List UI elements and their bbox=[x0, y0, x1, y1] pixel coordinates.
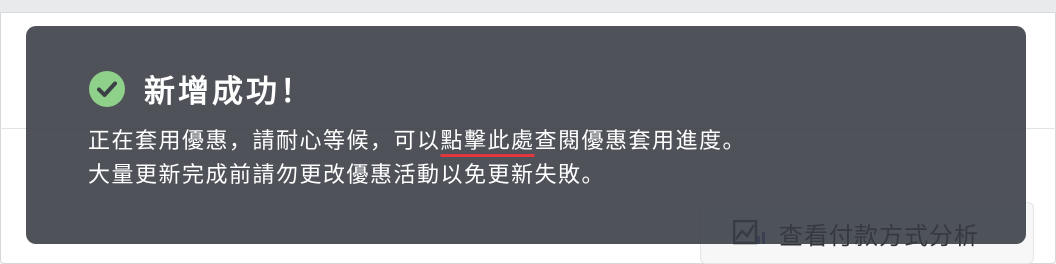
success-toast: 新增成功！ 正在套用優惠，請耐心等候，可以點擊此處查閱優惠套用進度。 大量更新完… bbox=[26, 26, 1026, 244]
toast-title: 新增成功！ bbox=[144, 74, 314, 110]
message-text-after-link: 查閱優惠套用進度。 bbox=[534, 129, 747, 154]
toast-header: 新增成功！ bbox=[88, 66, 1026, 111]
progress-link[interactable]: 點擊此處 bbox=[441, 129, 535, 154]
toast-message-line-2: 大量更新完成前請勿更改優惠活動以免更新失敗。 bbox=[88, 163, 606, 188]
check-circle-icon bbox=[88, 70, 126, 108]
background-header-strip bbox=[0, 0, 1056, 13]
toast-message-line-1: 正在套用優惠，請耐心等候，可以點擊此處查閱優惠套用進度。 bbox=[88, 125, 1026, 159]
toast-message: 正在套用優惠，請耐心等候，可以點擊此處查閱優惠套用進度。 大量更新完成前請勿更改… bbox=[88, 125, 1026, 193]
message-text-before-link: 正在套用優惠，請耐心等候，可以 bbox=[88, 129, 441, 154]
